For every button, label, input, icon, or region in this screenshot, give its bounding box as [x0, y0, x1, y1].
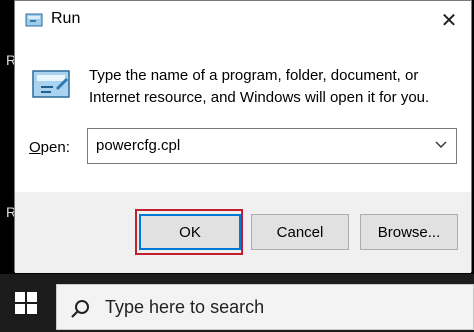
title-bar[interactable]: Run ✕: [15, 1, 471, 39]
close-button[interactable]: ✕: [427, 1, 471, 39]
search-placeholder: Type here to search: [105, 297, 265, 317]
browse-button-label: Browse...: [377, 223, 441, 241]
run-icon: [32, 70, 70, 98]
open-label: Open:: [29, 139, 70, 156]
cancel-button-label: Cancel: [276, 223, 324, 241]
open-input-value[interactable]: powercfg.cpl: [96, 137, 180, 154]
ok-button[interactable]: OK: [139, 214, 241, 250]
taskbar: Type here to search: [0, 274, 474, 332]
open-combobox[interactable]: powercfg.cpl: [87, 128, 457, 164]
open-label-text: pen:: [40, 139, 70, 156]
search-icon: [71, 300, 89, 318]
browse-button[interactable]: Browse...: [360, 214, 458, 250]
chevron-down-icon[interactable]: [434, 137, 448, 151]
button-bar: OK Cancel Browse...: [15, 192, 471, 273]
ok-button-label: OK: [179, 223, 201, 241]
start-button[interactable]: [0, 274, 52, 332]
run-icon: [25, 13, 43, 27]
cancel-button[interactable]: Cancel: [251, 214, 349, 250]
taskbar-search-box[interactable]: Type here to search: [56, 284, 474, 330]
close-icon: ✕: [440, 9, 458, 32]
run-dialog: Run ✕ Type the name of a program, folder…: [14, 0, 472, 273]
window-title: Run: [51, 10, 81, 27]
description-text: Type the name of a program, folder, docu…: [89, 67, 430, 106]
windows-logo-icon: [15, 292, 37, 314]
open-label-accelerator: O: [29, 139, 41, 156]
dialog-content: Type the name of a program, folder, docu…: [15, 39, 471, 192]
